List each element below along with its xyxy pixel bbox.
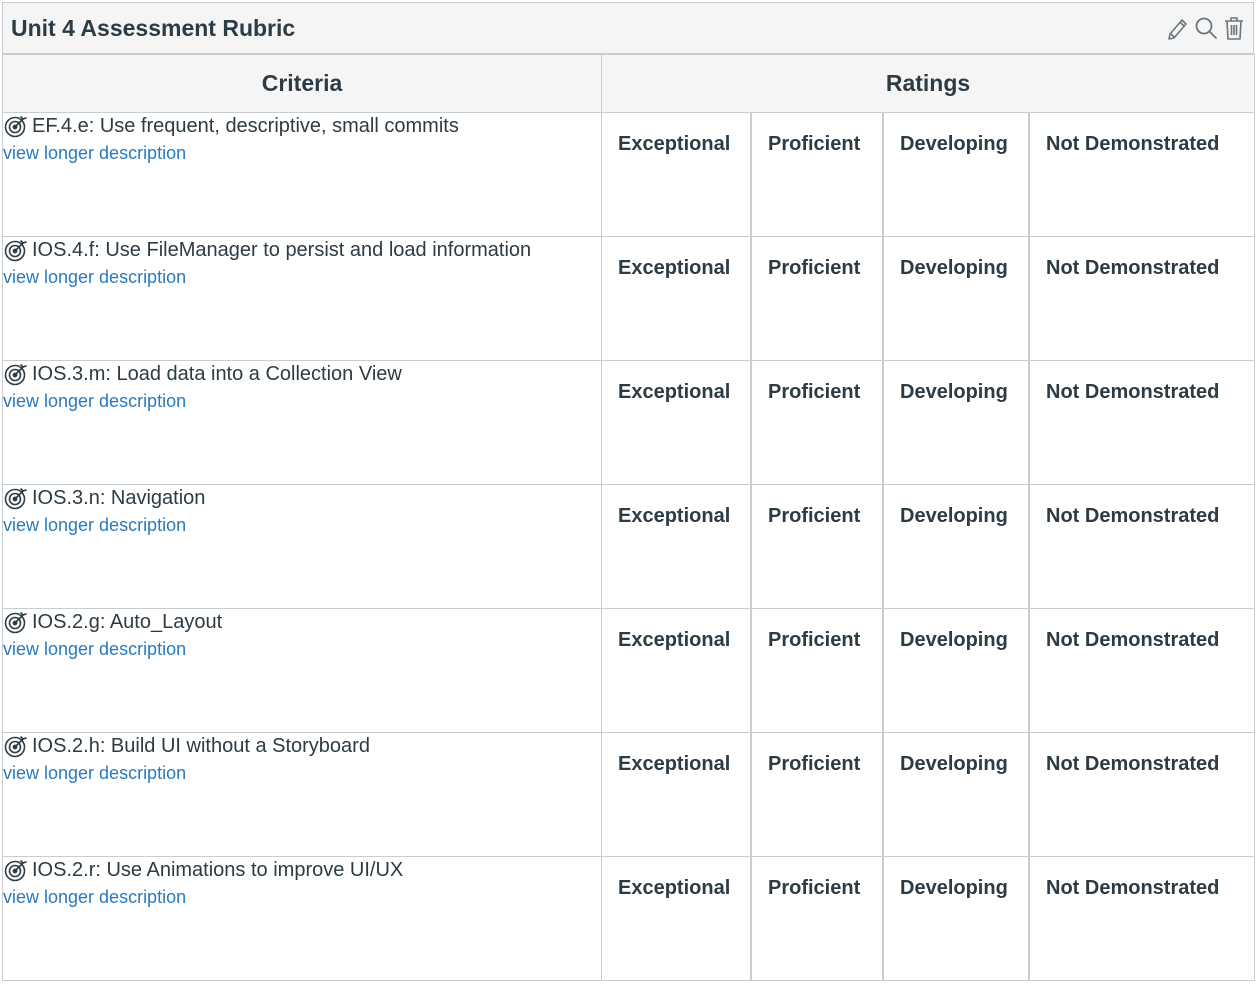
view-longer-description-link[interactable]: view longer description	[3, 761, 186, 785]
criteria-header: Criteria	[2, 54, 602, 113]
rating-proficient[interactable]: Proficient	[752, 113, 884, 236]
rating-developing[interactable]: Developing	[884, 485, 1030, 608]
ratings-cell: Exceptional Proficient Developing Not De…	[601, 484, 1255, 609]
criterion-cell: EF.4.e: Use frequent, descriptive, small…	[2, 112, 602, 237]
rating-developing[interactable]: Developing	[884, 609, 1030, 732]
outcome-target-icon	[3, 113, 29, 139]
criterion-row: IOS.4.f: Use FileManager to persist and …	[2, 236, 1255, 361]
rating-developing[interactable]: Developing	[884, 733, 1030, 856]
view-longer-description-link[interactable]: view longer description	[3, 389, 186, 413]
magnifier-icon[interactable]	[1193, 15, 1219, 41]
ratings-cell: Exceptional Proficient Developing Not De…	[601, 360, 1255, 485]
rating-proficient[interactable]: Proficient	[752, 609, 884, 732]
ratings-cell: Exceptional Proficient Developing Not De…	[601, 608, 1255, 733]
ratings-header: Ratings	[601, 54, 1255, 113]
criterion-row: IOS.3.n: Navigation view longer descript…	[2, 484, 1255, 609]
criterion-title: IOS.4.f: Use FileManager to persist and …	[32, 239, 532, 261]
view-longer-description-link[interactable]: view longer description	[3, 141, 186, 165]
criterion-cell: IOS.3.m: Load data into a Collection Vie…	[2, 360, 602, 485]
trash-icon[interactable]	[1221, 15, 1247, 41]
rating-developing[interactable]: Developing	[884, 113, 1030, 236]
criterion-title: IOS.2.r: Use Animations to improve UI/UX	[32, 859, 404, 881]
rating-developing[interactable]: Developing	[884, 857, 1030, 980]
outcome-target-icon	[3, 237, 29, 263]
criterion-cell: IOS.2.r: Use Animations to improve UI/UX…	[2, 856, 602, 981]
rating-developing[interactable]: Developing	[884, 237, 1030, 360]
rating-proficient[interactable]: Proficient	[752, 485, 884, 608]
view-longer-description-link[interactable]: view longer description	[3, 885, 186, 909]
ratings-cell: Exceptional Proficient Developing Not De…	[601, 112, 1255, 237]
criterion-cell: IOS.2.h: Build UI without a Storyboard v…	[2, 732, 602, 857]
outcome-target-icon	[3, 733, 29, 759]
criterion-cell: IOS.4.f: Use FileManager to persist and …	[2, 236, 602, 361]
criterion-title: IOS.2.g: Auto_Layout	[32, 611, 223, 633]
rating-exceptional[interactable]: Exceptional	[602, 361, 752, 484]
criterion-title: IOS.3.m: Load data into a Collection Vie…	[32, 363, 402, 385]
criterion-row: IOS.3.m: Load data into a Collection Vie…	[2, 360, 1255, 485]
rating-exceptional[interactable]: Exceptional	[602, 733, 752, 856]
view-longer-description-link[interactable]: view longer description	[3, 637, 186, 661]
rating-exceptional[interactable]: Exceptional	[602, 609, 752, 732]
criterion-cell: IOS.2.g: Auto_Layout view longer descrip…	[2, 608, 602, 733]
criterion-title: IOS.3.n: Navigation	[32, 487, 206, 509]
criterion-row: IOS.2.r: Use Animations to improve UI/UX…	[2, 856, 1255, 981]
rating-exceptional[interactable]: Exceptional	[602, 237, 752, 360]
criterion-cell: IOS.3.n: Navigation view longer descript…	[2, 484, 602, 609]
rubric: Unit 4 Assessment Rubric Criteria Rating…	[0, 0, 1256, 988]
ratings-cell: Exceptional Proficient Developing Not De…	[601, 732, 1255, 857]
criterion-row: EF.4.e: Use frequent, descriptive, small…	[2, 112, 1255, 237]
criterion-title: EF.4.e: Use frequent, descriptive, small…	[32, 115, 459, 137]
rating-proficient[interactable]: Proficient	[752, 857, 884, 980]
criterion-row: IOS.2.h: Build UI without a Storyboard v…	[2, 732, 1255, 857]
rating-not-demonstrated[interactable]: Not Demonstrated	[1030, 237, 1254, 360]
rubric-title: Unit 4 Assessment Rubric	[11, 15, 296, 41]
rating-proficient[interactable]: Proficient	[752, 361, 884, 484]
rating-exceptional[interactable]: Exceptional	[602, 485, 752, 608]
rating-proficient[interactable]: Proficient	[752, 733, 884, 856]
criterion-title: IOS.2.h: Build UI without a Storyboard	[32, 735, 370, 757]
outcome-target-icon	[3, 361, 29, 387]
rating-not-demonstrated[interactable]: Not Demonstrated	[1030, 361, 1254, 484]
rating-not-demonstrated[interactable]: Not Demonstrated	[1030, 609, 1254, 732]
ratings-cell: Exceptional Proficient Developing Not De…	[601, 236, 1255, 361]
rating-exceptional[interactable]: Exceptional	[602, 857, 752, 980]
rubric-title-bar: Unit 4 Assessment Rubric	[2, 2, 1254, 54]
header-row: Criteria Ratings	[2, 54, 1255, 113]
outcome-target-icon	[3, 485, 29, 511]
rating-not-demonstrated[interactable]: Not Demonstrated	[1030, 113, 1254, 236]
rubric-toolbar	[1165, 15, 1247, 41]
pencil-icon[interactable]	[1165, 15, 1191, 41]
rating-developing[interactable]: Developing	[884, 361, 1030, 484]
rating-proficient[interactable]: Proficient	[752, 237, 884, 360]
ratings-cell: Exceptional Proficient Developing Not De…	[601, 856, 1255, 981]
view-longer-description-link[interactable]: view longer description	[3, 513, 186, 537]
outcome-target-icon	[3, 609, 29, 635]
rating-not-demonstrated[interactable]: Not Demonstrated	[1030, 485, 1254, 608]
outcome-target-icon	[3, 857, 29, 883]
rubric-table: Criteria Ratings EF.4.e: Use frequent, d…	[2, 54, 1255, 981]
criterion-row: IOS.2.g: Auto_Layout view longer descrip…	[2, 608, 1255, 733]
rating-exceptional[interactable]: Exceptional	[602, 113, 752, 236]
rating-not-demonstrated[interactable]: Not Demonstrated	[1030, 857, 1254, 980]
rating-not-demonstrated[interactable]: Not Demonstrated	[1030, 733, 1254, 856]
view-longer-description-link[interactable]: view longer description	[3, 265, 186, 289]
